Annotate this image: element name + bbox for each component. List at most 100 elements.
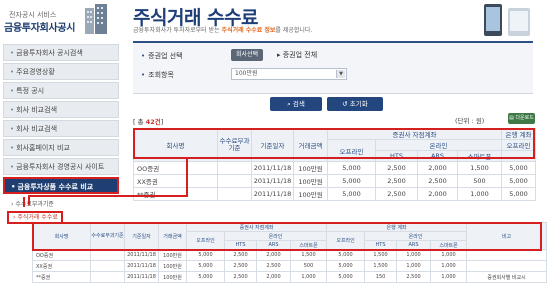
cell-own-offline: 5,000	[327, 174, 376, 188]
sidebar-subitem-label: 주식거래 수수료	[17, 214, 58, 221]
col-ars: ARS	[417, 150, 458, 162]
table-row[interactable]: XX증권 2011/11/18 100만원 5,000 2,500 2,500 …	[133, 174, 536, 188]
cell-own-offline: 5,000	[327, 161, 376, 175]
table-row[interactable]: OO증권 2011/11/18 100만원 5,000 2,500 2,000 …	[133, 161, 536, 175]
cell-bank-ars: 2,500	[396, 271, 432, 283]
cell-company[interactable]: XX증권	[133, 174, 218, 188]
table-row: **증권 2011/11/18 100만원 5,000 2,500 2,000 …	[32, 271, 548, 283]
query-item-select[interactable]: 100만원 ▼	[231, 68, 347, 80]
search-panel: • 증권업 선택 회사선택 ▸ 증권업 전체 • 조회항목 100만원 ▼	[133, 41, 533, 94]
cell-basis	[90, 249, 125, 261]
cell-bank-hts: 1,500	[364, 249, 398, 261]
cell-bank-hts: 150	[364, 271, 398, 283]
total-suffix: ]	[160, 118, 164, 126]
cell-own-offline: 5,000	[186, 271, 225, 283]
chevron-down-icon: ▼	[336, 70, 345, 78]
cell-date: 2011/11/18	[251, 187, 294, 201]
zcol-bank-offline: 오프라인	[326, 231, 366, 250]
bullet-icon: •	[11, 183, 16, 191]
search-button[interactable]: ⌕ 검색	[270, 97, 322, 111]
cell-amount: 100만원	[293, 174, 328, 188]
cell-own-ars: 2,000	[417, 187, 458, 201]
cell-date: 2011/11/18	[124, 271, 159, 283]
zcol-bank-hts: HTS	[364, 240, 398, 250]
page-description: 금융투자회사가 투자자로부터 받는 주식거래 수수료 정보를 제공합니다.	[133, 25, 312, 34]
sidebar-item-label: 금융투자상품 수수료 비교	[17, 183, 94, 191]
table-row[interactable]: **증권 2011/11/18 100만원 5,000 2,500 2,000 …	[133, 187, 536, 201]
cell-own-offline: 5,000	[186, 249, 225, 261]
sidebar-item-management-status[interactable]: • 주요경영상황	[3, 63, 119, 80]
sidebar-item-company-compare-2[interactable]: • 회사 비교검색	[3, 120, 119, 137]
cell-own-hts: 2,500	[224, 271, 257, 283]
reset-button[interactable]: ↺ 초기화	[327, 97, 383, 111]
cell-own-ars: 2,500	[256, 260, 291, 272]
query-item-label-text: 조회항목	[148, 71, 174, 79]
zcol-bank-channel: 은행 계좌	[326, 222, 468, 232]
zcol-fee-basis: 수수료부과기준	[90, 222, 125, 250]
company-select-label: • 증권업 선택	[141, 51, 183, 61]
cell-bank-smart: 1,000	[430, 249, 468, 261]
sidebar-item-label: 회사홈페이지 비교	[16, 144, 70, 152]
cell-bank-offline: 5,000	[501, 174, 536, 188]
cell-basis	[217, 161, 252, 175]
bullet-icon: •	[10, 68, 15, 76]
sidebar-item-label: 회사 비교검색	[16, 125, 58, 133]
cell-bank-ars: 1,000	[396, 249, 432, 261]
col-offline: 오프라인	[501, 139, 536, 151]
col-bank-channel: 은행 계좌	[501, 128, 536, 140]
cell-company[interactable]: OO증권	[133, 161, 218, 175]
company-select-button[interactable]: 회사선택	[231, 49, 264, 61]
sidebar-item-fee-compare[interactable]: • 금융투자상품 수수료 비교	[3, 177, 119, 194]
col-offline: 오프라인	[327, 139, 376, 162]
col-hts: HTS	[375, 150, 418, 162]
sidebar-title: 금융투자회사공시	[4, 23, 76, 34]
download-button[interactable]: ▤ 다운로드	[508, 113, 535, 124]
sidebar-item-management-site[interactable]: • 금융투자회사 경영공시 사이트	[3, 158, 119, 175]
fee-table: 회사명 수수료부과기준 기준일자 거래금액 증권사 자점계좌 은행 계좌 오프라…	[133, 128, 536, 201]
cell-amount: 100만원	[293, 161, 328, 175]
refresh-icon: ↺	[342, 100, 350, 108]
cell-company: OO증권	[32, 249, 91, 261]
cell-bank-offline: 5,000	[501, 187, 536, 201]
cell-own-hts: 2,500	[375, 161, 418, 175]
cell-note	[466, 260, 548, 272]
cell-company[interactable]: **증권	[133, 187, 218, 201]
col-company: 회사명	[133, 128, 218, 162]
bullet-icon: •	[10, 125, 15, 133]
sidebar-item-homepage-compare[interactable]: • 회사홈페이지 비교	[3, 139, 119, 156]
cell-note: 증권회사별 비교시	[466, 271, 548, 283]
cell-amount: 100만원	[293, 187, 328, 201]
cell-date: 2011/11/18	[251, 174, 294, 188]
cell-basis	[90, 260, 125, 272]
col-base-date: 기준일자	[251, 128, 294, 162]
company-select-value: ▸ 증권업 전체	[277, 50, 317, 60]
col-fee-basis: 수수료부과기준	[217, 128, 252, 162]
bullet-icon: •	[10, 49, 15, 57]
zcol-bank-online: 온라인	[364, 231, 468, 241]
zcol-own-ars: ARS	[256, 240, 291, 250]
sidebar-item-special-disclosure[interactable]: • 특정 공시	[3, 82, 119, 99]
cell-date: 2011/11/18	[251, 161, 294, 175]
bullet-icon: •	[10, 106, 15, 114]
cell-bank-smart: 1,000	[430, 260, 468, 272]
zcol-own-offline: 오프라인	[186, 231, 225, 250]
cell-amount: 100만원	[158, 249, 187, 261]
cell-date: 2011/11/18	[124, 260, 159, 272]
cell-own-offline: 5,000	[327, 187, 376, 201]
company-select-label-text: 증권업 선택	[148, 52, 183, 60]
col-amount: 거래금액	[293, 128, 328, 162]
download-button-label: 다운로드	[515, 115, 534, 121]
cell-bank-offline: 5,000	[326, 260, 366, 272]
sidebar-item-label: 특정 공시	[16, 87, 45, 95]
col-smartphone: 스마트폰	[457, 150, 502, 162]
sidebar-item-company-compare[interactable]: • 회사 비교검색	[3, 101, 119, 118]
cell-own-hts: 2,500	[224, 249, 257, 261]
bullet-icon: •	[141, 71, 146, 79]
cell-note	[466, 249, 548, 261]
cell-own-smart: 1,000	[289, 271, 328, 283]
cell-own-smart: 500	[289, 260, 328, 272]
zcol-bank-smart: 스마트폰	[430, 240, 468, 250]
zoomed-fee-table: 회사명 수수료부과기준 기준일자 거래금액 증권사 자점계좌 은행 계좌 비고 …	[32, 222, 548, 283]
sidebar-item-disclosure-search[interactable]: • 금융투자회사 공시검색	[3, 44, 119, 61]
bullet-icon: •	[10, 163, 15, 171]
